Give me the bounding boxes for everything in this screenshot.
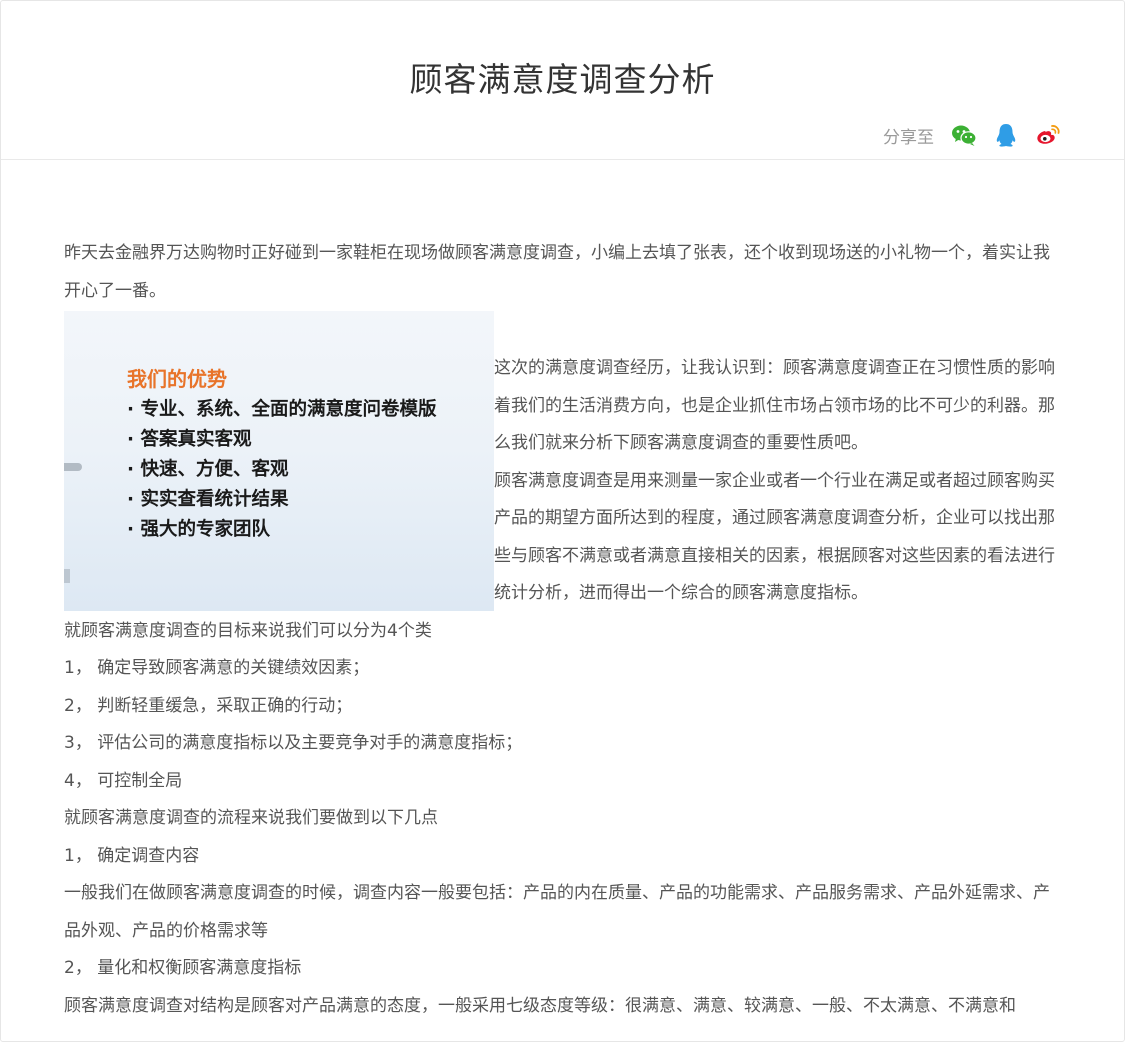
paragraph: 一般我们在做顾客满意度调查的时候，调查内容一般要包括：产品的内在质量、产品的功能… bbox=[64, 883, 1050, 941]
paragraph: 顾客满意度调查是用来测量一家企业或者一个行业在满足或者超过顾客购买产品的期望方面… bbox=[494, 470, 1055, 604]
step-heading: 1， 确定调查内容 bbox=[64, 845, 200, 866]
paragraph: 顾客满意度调查对结构是顾客对产品满意的态度，一般采用七级态度等级：很满意、满意、… bbox=[64, 995, 1016, 1016]
promo-heading: 我们的优势 bbox=[127, 367, 227, 391]
article-body: 昨天去金融界万达购物时正好碰到一家鞋柜在现场做顾客满意度调查，小编上去填了张表，… bbox=[64, 235, 1064, 1025]
intro-paragraph: 昨天去金融界万达购物时正好碰到一家鞋柜在现场做顾客满意度调查，小编上去填了张表，… bbox=[64, 243, 1050, 301]
share-label: 分享至 bbox=[883, 127, 934, 148]
goals-intro: 就顾客满意度调查的目标来说我们可以分为4个类 bbox=[64, 620, 432, 641]
goal-item: 3， 评估公司的满意度指标以及主要竞争对手的满意度指标； bbox=[64, 733, 523, 753]
promo-item: 专业、系统、全面的满意度问卷模版 bbox=[127, 395, 436, 425]
article-card: 顾客满意度调查分析 分享至 昨天去金融界万达购物时正好碰到一家鞋柜在现场做顾客满… bbox=[0, 0, 1125, 1042]
paragraph: 这次的满意度调查经历，让我认识到：顾客满意度调查正在习惯性质的影响着我们的生活消… bbox=[494, 358, 1055, 453]
promo-content: 我们的优势 专业、系统、全面的满意度问卷模版 答案真实客观 快速、方便、客观 实… bbox=[127, 363, 436, 545]
wechat-icon[interactable] bbox=[950, 121, 978, 149]
promo-image: 我们的优势 专业、系统、全面的满意度问卷模版 答案真实客观 快速、方便、客观 实… bbox=[64, 311, 494, 611]
share-bar: 分享至 bbox=[883, 121, 1062, 149]
goal-item: 4， 可控制全局 bbox=[64, 770, 183, 791]
process-intro: 就顾客满意度调查的流程来说我们要做到以下几点 bbox=[64, 808, 438, 828]
goal-item: 1， 确定导致顾客满意的关键绩效因素； bbox=[64, 658, 370, 678]
step-heading: 2， 量化和权衡顾客满意度指标 bbox=[64, 958, 302, 978]
image-text-block: 我们的优势 专业、系统、全面的满意度问卷模版 答案真实客观 快速、方便、客观 实… bbox=[64, 310, 1064, 613]
promo-item: 答案真实客观 bbox=[127, 425, 436, 455]
promo-list: 专业、系统、全面的满意度问卷模版 答案真实客观 快速、方便、客观 实实查看统计结… bbox=[127, 395, 436, 545]
promo-item: 实实查看统计结果 bbox=[127, 485, 436, 515]
promo-edge-mark bbox=[64, 463, 82, 471]
goal-item: 2， 判断轻重缓急，采取正确的行动； bbox=[64, 695, 353, 716]
float-text: 这次的满意度调查经历，让我认识到：顾客满意度调查正在习惯性质的影响着我们的生活消… bbox=[494, 310, 1064, 613]
article-title: 顾客满意度调查分析 bbox=[409, 60, 716, 99]
promo-item: 快速、方便、客观 bbox=[127, 455, 436, 485]
promo-item: 强大的专家团队 bbox=[127, 515, 436, 545]
article-header: 顾客满意度调查分析 分享至 bbox=[1, 1, 1124, 160]
weibo-icon[interactable] bbox=[1034, 121, 1062, 149]
promo-edge-mark bbox=[64, 569, 70, 583]
qq-icon[interactable] bbox=[992, 121, 1020, 149]
